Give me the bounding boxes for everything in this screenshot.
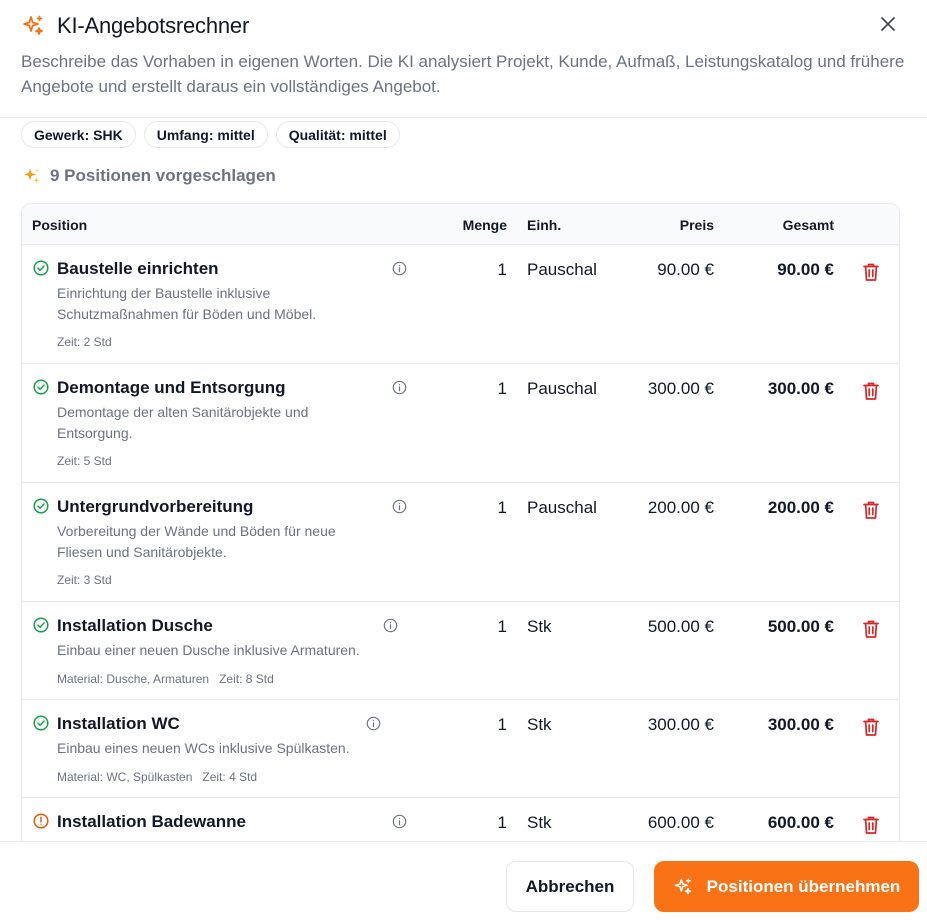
cell-preis: 300.00 € — [647, 379, 714, 398]
positions-table: Position Menge Einh. Preis Gesamt Bauste… — [21, 203, 900, 843]
trash-icon[interactable] — [862, 619, 880, 639]
chip-umfang[interactable]: Umfang: mittel — [143, 121, 268, 148]
check-circle-icon — [33, 498, 49, 514]
cell-preis: 200.00 € — [647, 498, 714, 517]
suggestions-summary: 9 Positionen vorgeschlagen — [23, 166, 276, 186]
sparkles-icon — [674, 877, 691, 894]
cell-preis: 300.00 € — [647, 715, 714, 734]
apply-positions-button[interactable]: Positionen übernehmen — [654, 861, 919, 912]
info-icon[interactable] — [366, 716, 381, 731]
info-icon[interactable] — [392, 814, 407, 829]
position-meta: Zeit: 2 Std — [57, 335, 112, 349]
table-row: Installation Badewanne 1 Stk 600.00 € 60… — [22, 798, 899, 843]
cell-einheit: Stk — [527, 617, 552, 636]
position-meta: Material: WC, Spülkasten Zeit: 4 Std — [57, 770, 257, 784]
position-description: Vorbereitung der Wände und Böden für neu… — [57, 523, 336, 560]
position-title: Installation Badewanne — [57, 812, 246, 831]
cell-preis: 500.00 € — [647, 617, 714, 636]
table-header: Position Menge Einh. Preis Gesamt — [22, 204, 899, 245]
table-row: Untergrundvorbereitung Vorbereitung der … — [22, 483, 899, 602]
position-title: Installation WC — [57, 714, 180, 733]
position-description: Einbau einer neuen Dusche inklusive Arma… — [57, 642, 360, 658]
dialog-footer: Abbrechen Positionen übernehmen — [0, 841, 927, 921]
position-description: Demontage der alten Sanitärobjekte und E… — [57, 404, 309, 441]
check-circle-icon — [33, 715, 49, 731]
position-zeit: Zeit: 5 Std — [57, 454, 112, 468]
table-row: Demontage und Entsorgung Demontage der a… — [22, 364, 899, 483]
cell-gesamt: 200.00 € — [767, 498, 834, 517]
close-icon[interactable] — [879, 15, 897, 33]
cell-menge: 1 — [497, 498, 507, 517]
position-material: Material: Dusche, Armaturen — [57, 672, 210, 686]
cell-preis: 90.00 € — [657, 260, 714, 279]
position-meta: Zeit: 5 Std — [57, 454, 112, 468]
trash-icon[interactable] — [862, 381, 880, 401]
dialog-title: KI-Angebotsrechner — [57, 13, 250, 38]
sparkles-icon — [23, 15, 43, 35]
cell-preis: 600.00 € — [647, 813, 714, 832]
cell-menge: 1 — [497, 813, 507, 832]
position-zeit: Zeit: 2 Std — [57, 335, 112, 349]
dialog-description: Beschreibe das Vorhaben in eigenen Worte… — [21, 52, 905, 96]
position-meta: Zeit: 3 Std — [57, 573, 112, 587]
cell-menge: 1 — [497, 715, 507, 734]
table-row: Installation WC Einbau eines neuen WCs i… — [22, 700, 899, 798]
trash-icon[interactable] — [862, 262, 880, 282]
position-title: Demontage und Entsorgung — [57, 378, 286, 397]
header-position: Position — [32, 217, 88, 233]
header-einheit: Einh. — [527, 217, 562, 233]
position-zeit: Zeit: 3 Std — [57, 573, 112, 587]
position-title: Installation Dusche — [57, 616, 213, 635]
alert-circle-icon — [33, 813, 49, 829]
cell-gesamt: 600.00 € — [767, 813, 834, 832]
cell-menge: 1 — [497, 617, 507, 636]
sparkle-emoji-icon — [24, 168, 40, 184]
check-circle-icon — [33, 379, 49, 395]
trash-icon[interactable] — [862, 500, 880, 520]
context-chips: Gewerk: SHK Umfang: mittel Qualität: mit… — [21, 121, 400, 148]
info-icon[interactable] — [383, 618, 398, 633]
check-circle-icon — [33, 260, 49, 276]
cancel-button[interactable]: Abbrechen — [506, 861, 634, 912]
chip-gewerk[interactable]: Gewerk: SHK — [21, 121, 136, 148]
header-gesamt: Gesamt — [782, 217, 834, 233]
position-zeit: Zeit: 8 Std — [219, 672, 274, 686]
cell-einheit: Pauschal — [527, 260, 597, 279]
info-icon[interactable] — [392, 380, 407, 395]
apply-positions-label: Positionen übernehmen — [706, 876, 901, 896]
cell-gesamt: 500.00 € — [767, 617, 834, 636]
trash-icon[interactable] — [862, 815, 880, 835]
cell-einheit: Stk — [527, 813, 552, 832]
suggestions-count: 9 Positionen vorgeschlagen — [50, 166, 276, 185]
position-meta: Material: Dusche, Armaturen Zeit: 8 Std — [57, 672, 274, 686]
check-circle-icon — [33, 617, 49, 633]
chip-qualitaet[interactable]: Qualität: mittel — [275, 121, 400, 148]
dialog-header: KI-Angebotsrechner Beschreibe das Vorhab… — [0, 0, 927, 118]
header-menge: Menge — [462, 217, 507, 233]
cell-gesamt: 90.00 € — [777, 260, 834, 279]
trash-icon[interactable] — [862, 717, 880, 737]
cell-einheit: Pauschal — [527, 498, 597, 517]
title-row: KI-Angebotsrechner — [21, 13, 249, 39]
info-icon[interactable] — [392, 261, 407, 276]
cell-gesamt: 300.00 € — [767, 715, 834, 734]
position-title: Baustelle einrichten — [57, 259, 219, 278]
cell-menge: 1 — [497, 260, 507, 279]
cell-einheit: Pauschal — [527, 379, 597, 398]
cell-gesamt: 300.00 € — [767, 379, 834, 398]
position-title: Untergrundvorbereitung — [57, 497, 254, 516]
position-zeit: Zeit: 4 Std — [202, 770, 258, 784]
table-row: Baustelle einrichten Einrichtung der Bau… — [22, 245, 899, 364]
position-description: Einrichtung der Baustelle inklusive Schu… — [57, 285, 317, 322]
position-material: Material: WC, Spülkasten — [57, 770, 193, 784]
cell-menge: 1 — [497, 379, 507, 398]
position-description: Einbau eines neuen WCs inklusive Spülkas… — [57, 740, 350, 756]
cell-einheit: Stk — [527, 715, 552, 734]
header-preis: Preis — [679, 217, 714, 233]
table-row: Installation Dusche Einbau einer neuen D… — [22, 602, 899, 700]
info-icon[interactable] — [392, 499, 407, 514]
